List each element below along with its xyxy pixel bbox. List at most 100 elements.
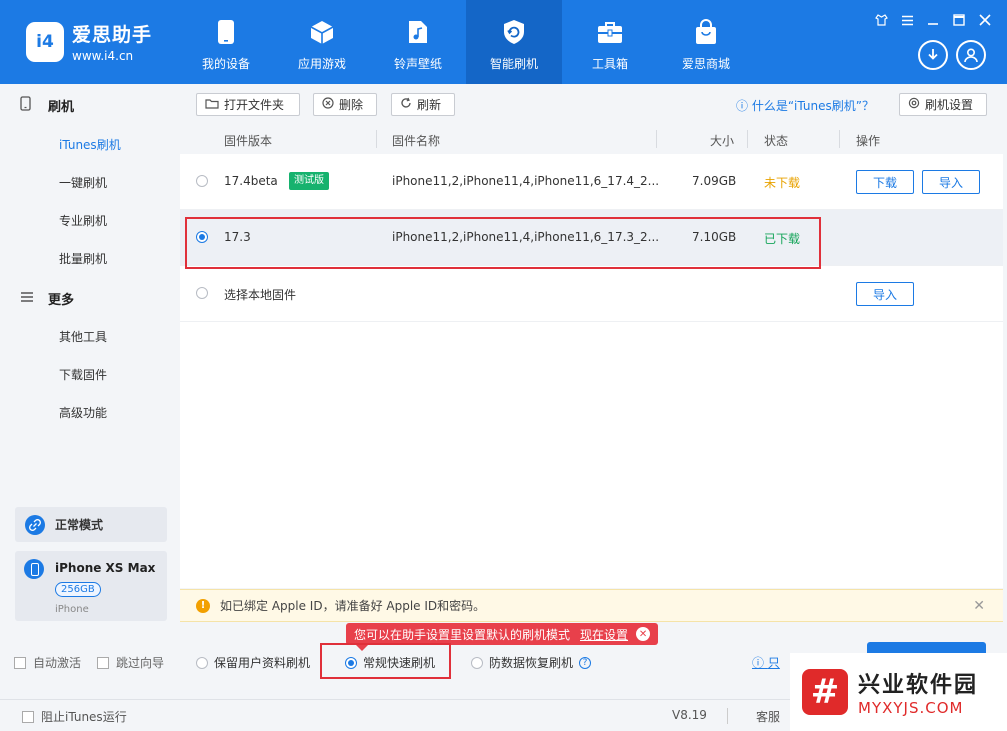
checkbox-box <box>14 656 26 669</box>
customer-service-link[interactable]: 客服 <box>756 708 780 725</box>
tooltip-close-icon[interactable]: ✕ <box>636 627 651 641</box>
firmware-table: 固件版本 固件名称 大小 状态 操作 17.4beta 测试版 iPhone11… <box>180 124 1003 588</box>
firmware-version: 17.3 <box>224 230 251 244</box>
firmware-name: iPhone11,2,iPhone11,4,iPhone11,6_17.4_2.… <box>392 174 660 188</box>
toolbox-icon <box>596 18 624 46</box>
help-icon[interactable]: ? <box>579 656 592 669</box>
header-status: 状态 <box>764 134 789 148</box>
firmware-version: 17.4beta <box>224 174 278 188</box>
checkbox-box <box>97 656 109 669</box>
refresh-button[interactable]: 刷新 <box>391 93 455 116</box>
toolbar: 打开文件夹 删除 刷新 ⓘ 什么是“iTunes刷机”？ 刷机设置 <box>180 84 1007 124</box>
refresh-shield-icon <box>500 18 528 46</box>
close-icon[interactable] <box>977 12 993 28</box>
default-mode-tooltip: 您可以在助手设置里设置默认的刷机模式 现在设置 ✕ <box>346 623 659 651</box>
sidebar-section-more[interactable]: 更多 <box>20 289 74 308</box>
delete-circle-icon <box>322 97 334 112</box>
table-row[interactable]: 选择本地固件 导入 <box>180 266 1003 322</box>
keep-data-flash-option[interactable]: 保留用户资料刷机 <box>196 654 310 671</box>
sidebar-item-batch-flash[interactable]: 批量刷机 <box>59 250 107 267</box>
firmware-name: iPhone11,2,iPhone11,4,iPhone11,6_17.3_2.… <box>392 230 660 244</box>
nav-smart-flash[interactable]: 智能刷机 <box>466 0 562 84</box>
header-name: 固件名称 <box>392 134 441 148</box>
firmware-status: 已下载 <box>764 232 801 246</box>
menu-icon[interactable] <box>899 12 915 28</box>
watermark-en: MYXYJS.COM <box>858 699 964 717</box>
app-logo: i4 爱思助手 www.i4.cn <box>26 20 152 63</box>
skin-icon[interactable] <box>873 12 889 28</box>
main-nav: 我的设备 应用游戏 铃声壁纸 智能刷机 工具箱 爱思商城 <box>178 0 754 84</box>
sidebar: 刷机 iTunes刷机 一键刷机 专业刷机 批量刷机 更多 其他工具 下载固件 … <box>0 84 180 699</box>
app-name: 爱思助手 <box>72 24 153 46</box>
watermark: # 兴业软件园 MYXYJS.COM <box>790 653 1007 731</box>
folder-icon <box>205 98 219 112</box>
nav-apps-games[interactable]: 应用游戏 <box>274 0 370 84</box>
sidebar-section-flash[interactable]: 刷机 <box>20 96 74 115</box>
info-icon: ⓘ <box>752 656 765 670</box>
download-icon[interactable] <box>918 40 948 70</box>
quick-flash-option[interactable]: 常规快速刷机 <box>345 654 435 671</box>
sidebar-item-other-tools[interactable]: 其他工具 <box>59 328 107 345</box>
flash-settings-button[interactable]: 刷机设置 <box>899 93 987 116</box>
header-version: 固件版本 <box>224 134 273 148</box>
device-card: iPhone XS Max 256GB iPhone <box>15 551 167 621</box>
row-radio[interactable] <box>196 287 208 299</box>
device-name: iPhone XS Max <box>55 561 156 575</box>
sidebar-item-pro-flash[interactable]: 专业刷机 <box>59 212 107 229</box>
anti-recovery-flash-option[interactable]: 防数据恢复刷机 ? <box>471 654 592 671</box>
cube-icon <box>308 18 336 46</box>
set-now-link[interactable]: 现在设置 <box>580 626 628 643</box>
device-icon <box>24 559 44 579</box>
user-icon[interactable] <box>956 40 986 70</box>
nav-my-device[interactable]: 我的设备 <box>178 0 274 84</box>
open-folder-button[interactable]: 打开文件夹 <box>196 93 300 116</box>
row-radio[interactable] <box>196 175 208 187</box>
window-controls <box>873 12 993 28</box>
gear-icon <box>908 97 920 112</box>
import-button[interactable]: 导入 <box>922 170 980 194</box>
nav-ringtones-wallpapers[interactable]: 铃声壁纸 <box>370 0 466 84</box>
only-link[interactable]: ⓘ 只 <box>752 654 780 671</box>
sidebar-item-itunes-flash[interactable]: iTunes刷机 <box>59 136 121 153</box>
sidebar-item-one-click-flash[interactable]: 一键刷机 <box>59 174 107 191</box>
nav-i4-store[interactable]: 爱思商城 <box>658 0 754 84</box>
download-button[interactable]: 下载 <box>856 170 914 194</box>
skip-guide-checkbox[interactable]: 跳过向导 <box>97 654 164 671</box>
sidebar-item-advanced[interactable]: 高级功能 <box>59 404 107 421</box>
link-icon <box>25 514 45 535</box>
sidebar-item-download-firmware[interactable]: 下载固件 <box>59 366 107 383</box>
firmware-size: 7.10GB <box>692 230 737 244</box>
header-action: 操作 <box>856 134 881 148</box>
checkbox-box <box>22 710 34 723</box>
delete-button[interactable]: 删除 <box>313 93 377 116</box>
auto-activate-checkbox[interactable]: 自动激活 <box>14 654 81 671</box>
app-url: www.i4.cn <box>72 49 134 63</box>
table-row[interactable]: 17.3 iPhone11,2,iPhone11,4,iPhone11,6_17… <box>180 210 1003 266</box>
what-is-itunes-flash-link[interactable]: ⓘ 什么是“iTunes刷机”？ <box>736 97 874 114</box>
notice-text: 如已绑定 Apple ID，请准备好 Apple ID和密码。 <box>220 599 486 613</box>
refresh-icon <box>400 97 412 112</box>
header-size: 大小 <box>710 134 735 148</box>
warning-icon: ! <box>196 598 210 613</box>
row-radio[interactable] <box>196 231 208 243</box>
watermark-logo: # <box>802 669 848 715</box>
beta-badge: 测试版 <box>289 172 329 190</box>
table-row[interactable]: 17.4beta 测试版 iPhone11,2,iPhone11,4,iPhon… <box>180 154 1003 210</box>
minimize-icon[interactable] <box>925 12 941 28</box>
nav-toolbox[interactable]: 工具箱 <box>562 0 658 84</box>
maximize-icon[interactable] <box>951 12 967 28</box>
import-local-button[interactable]: 导入 <box>856 282 914 306</box>
option-radio <box>196 656 208 669</box>
device-type: iPhone <box>55 604 89 615</box>
firmware-status: 未下载 <box>764 176 801 190</box>
option-radio <box>345 656 357 669</box>
block-itunes-checkbox[interactable]: 阻止iTunes运行 <box>22 708 127 725</box>
shopping-bag-icon <box>692 18 720 46</box>
watermark-cn: 兴业软件园 <box>858 673 979 698</box>
notice-close-icon[interactable]: ✕ <box>973 598 985 614</box>
app-header: i4 爱思助手 www.i4.cn 我的设备 应用游戏 铃声壁纸 智能刷机 工具… <box>0 0 1007 84</box>
logo-badge: i4 <box>26 21 64 62</box>
mode-label: 正常模式 <box>55 518 104 532</box>
info-icon: ⓘ <box>736 99 749 113</box>
list-icon <box>20 291 36 307</box>
